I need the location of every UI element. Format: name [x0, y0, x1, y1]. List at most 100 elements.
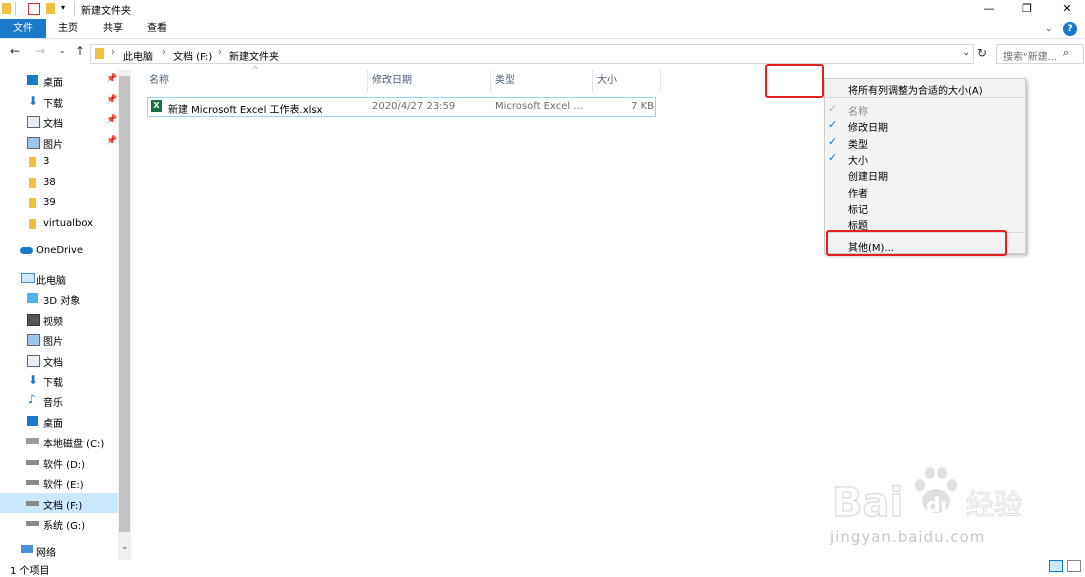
nav-item-desktop-pc[interactable]: 桌面 — [0, 411, 118, 431]
nav-label: virtualbox — [43, 218, 94, 229]
close-button[interactable]: ✕ — [1050, 0, 1084, 18]
tab-file[interactable]: 文件 — [0, 19, 46, 38]
download-icon: ⬇ — [28, 94, 39, 108]
column-divider[interactable] — [592, 70, 593, 92]
menu-item-modified-date[interactable]: 修改日期 — [848, 119, 888, 134]
svg-text:Bai: Bai — [832, 480, 903, 526]
nav-item-folder-38[interactable]: 38 — [0, 173, 118, 193]
nav-label: 软件 (D:) — [43, 460, 86, 471]
pin-icon: 📌 — [106, 115, 118, 125]
maximize-button[interactable]: ❐ — [1010, 0, 1044, 18]
nav-item-drive-e[interactable]: 软件 (E:) — [0, 472, 118, 492]
excel-file-icon: X — [151, 100, 162, 112]
large-icons-view-icon[interactable] — [1067, 560, 1081, 572]
document-icon — [27, 355, 40, 367]
new-folder-icon[interactable] — [46, 3, 55, 14]
scroll-down-icon[interactable]: ⌄ — [121, 542, 129, 552]
folder-icon — [29, 219, 36, 229]
nav-item-folder-39[interactable]: 39 — [0, 193, 118, 213]
breadcrumb-drive-f[interactable]: 文档 (F:) — [173, 48, 212, 63]
column-header-modified[interactable]: 修改日期 — [372, 68, 487, 93]
nav-item-pictures[interactable]: 图片 📌 — [0, 132, 118, 152]
nav-label: 文档 (F:) — [43, 501, 83, 512]
breadcrumb-separator-icon[interactable]: › — [218, 47, 222, 58]
folder-icon — [29, 157, 36, 167]
nav-item-folder-3[interactable]: 3 — [0, 152, 118, 172]
nav-label: 下载 — [43, 378, 63, 389]
column-divider[interactable] — [367, 70, 368, 92]
tab-home[interactable]: 主页 — [50, 19, 86, 38]
status-item-count: 1 个项目 — [10, 566, 50, 577]
nav-item-drive-g[interactable]: 系统 (G:) — [0, 513, 118, 533]
nav-item-drive-c[interactable]: 本地磁盘 (C:) — [0, 431, 118, 451]
highlight-box — [826, 230, 1007, 256]
column-header-size[interactable]: 大小 — [597, 68, 657, 93]
nav-item-drive-f[interactable]: 文档 (F:) — [0, 493, 118, 513]
nav-item-documents-pc[interactable]: 文档 — [0, 350, 118, 370]
nav-item-this-pc[interactable]: 此电脑 — [0, 268, 118, 288]
column-divider[interactable] — [660, 70, 661, 92]
tab-share[interactable]: 共享 — [95, 19, 131, 38]
nav-item-pictures-pc[interactable]: 图片 — [0, 329, 118, 349]
address-dropdown-icon[interactable]: ⌄ — [962, 47, 970, 58]
minimize-button[interactable]: — — [972, 0, 1006, 18]
file-type: Microsoft Excel ... — [495, 101, 583, 112]
desktop-icon — [27, 75, 38, 85]
nav-scrollbar-thumb[interactable] — [119, 76, 130, 532]
file-name[interactable]: 新建 Microsoft Excel 工作表.xlsx — [168, 101, 323, 116]
forward-button[interactable]: → — [35, 44, 45, 58]
help-button[interactable]: ? — [1063, 22, 1077, 36]
nav-item-onedrive[interactable]: OneDrive — [0, 241, 118, 261]
address-bar[interactable] — [90, 44, 974, 64]
menu-item-author[interactable]: 作者 — [848, 185, 868, 200]
column-header-name[interactable]: 名称 — [149, 68, 365, 93]
menu-item-created-date[interactable]: 创建日期 — [848, 168, 888, 183]
folder-icon — [2, 3, 11, 14]
drive-icon — [26, 460, 39, 465]
nav-item-desktop[interactable]: 桌面 📌 — [0, 70, 118, 90]
nav-label: 此电脑 — [36, 276, 66, 287]
breadcrumb-this-pc[interactable]: 此电脑 — [123, 48, 153, 63]
nav-item-drive-d[interactable]: 软件 (D:) — [0, 452, 118, 472]
drive-icon — [26, 521, 39, 526]
expand-ribbon-icon[interactable]: ⌄ — [1045, 24, 1053, 34]
menu-item-size[interactable]: 大小 — [848, 152, 868, 167]
search-icon[interactable]: ⌕ — [1063, 46, 1069, 60]
nav-label: 桌面 — [43, 419, 63, 430]
recent-locations-icon[interactable]: ⌄ — [59, 46, 66, 55]
nav-label: 文档 — [43, 119, 63, 130]
pin-icon: 📌 — [106, 95, 118, 105]
breadcrumb-separator-icon[interactable]: › — [111, 47, 115, 58]
menu-item-type[interactable]: 类型 — [848, 136, 868, 151]
nav-item-downloads[interactable]: ⬇ 下载 📌 — [0, 91, 118, 111]
nav-label: 图片 — [43, 337, 63, 348]
menu-item-tags[interactable]: 标记 — [848, 201, 868, 216]
refresh-icon[interactable]: ↻ — [977, 46, 987, 60]
folder-icon — [29, 198, 36, 208]
up-button[interactable]: ↑ — [75, 44, 85, 58]
customize-toolbar-icon[interactable]: ▾ — [61, 3, 65, 12]
properties-icon[interactable] — [28, 3, 40, 15]
breadcrumb-new-folder[interactable]: 新建文件夹 — [229, 48, 279, 63]
folder-icon — [95, 48, 104, 59]
back-button[interactable]: ← — [10, 44, 20, 58]
nav-label: 桌面 — [43, 78, 63, 89]
nav-item-network[interactable]: 网络 — [0, 540, 118, 560]
nav-item-videos[interactable]: 视频 — [0, 309, 118, 329]
file-modified: 2020/4/27 23:59 — [372, 101, 456, 112]
tab-view[interactable]: 查看 — [139, 19, 175, 38]
nav-item-documents[interactable]: 文档 📌 — [0, 111, 118, 131]
breadcrumb-separator-icon[interactable]: › — [162, 47, 166, 58]
drive-icon — [26, 501, 39, 506]
nav-label: 3D 对象 — [43, 296, 81, 307]
menu-item-fit-all-columns[interactable]: 将所有列调整为合适的大小(A) — [848, 82, 983, 97]
nav-item-downloads-pc[interactable]: ⬇ 下载 — [0, 370, 118, 390]
column-divider[interactable] — [490, 70, 491, 92]
nav-item-virtualbox[interactable]: virtualbox — [0, 214, 118, 234]
nav-label: 视频 — [43, 317, 63, 328]
column-header-type[interactable]: 类型 — [495, 68, 590, 93]
nav-item-3d-objects[interactable]: 3D 对象 — [0, 288, 118, 308]
nav-item-music[interactable]: ♪ 音乐 — [0, 390, 118, 410]
document-icon — [27, 116, 40, 128]
details-view-icon[interactable] — [1049, 560, 1063, 572]
